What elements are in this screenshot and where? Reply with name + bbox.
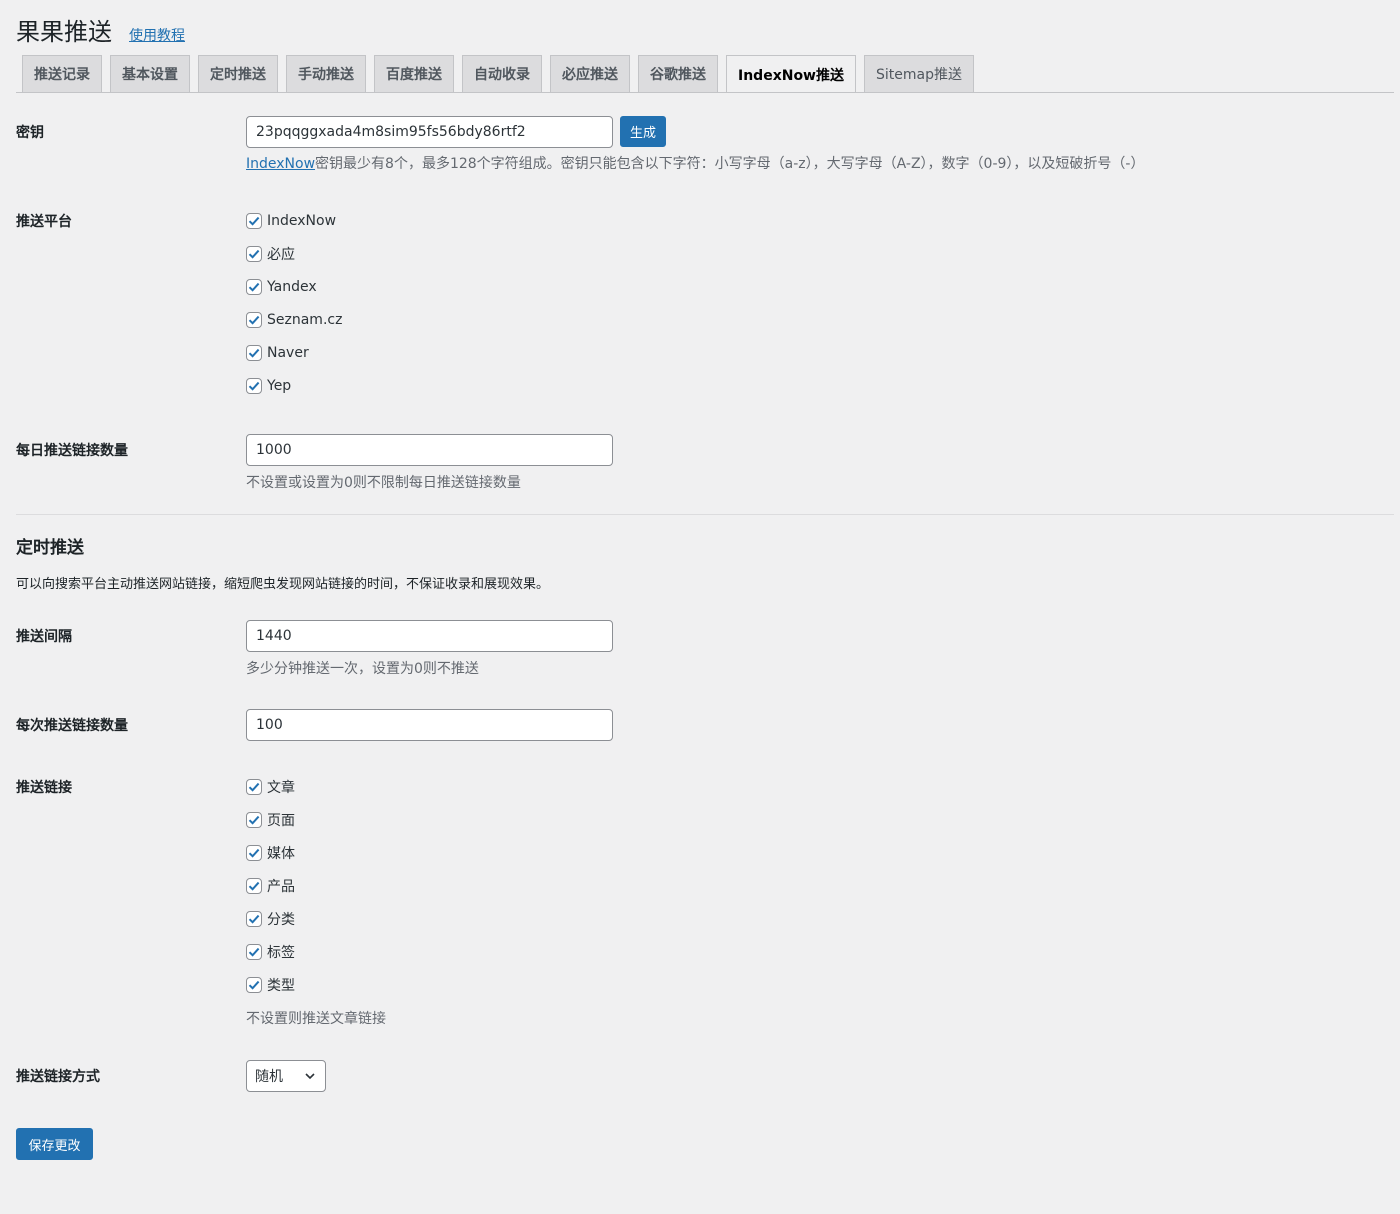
tutorial-link[interactable]: 使用教程 bbox=[129, 25, 185, 45]
tab-scheduled-push[interactable]: 定时推送 bbox=[198, 55, 278, 92]
per-push-label: 每次推送链接数量 bbox=[16, 718, 128, 734]
push-method-label: 推送链接方式 bbox=[16, 1069, 100, 1085]
platform-label: Yep bbox=[267, 377, 292, 394]
tab-manual-push[interactable]: 手动推送 bbox=[286, 55, 366, 92]
interval-input[interactable] bbox=[246, 620, 613, 652]
per-push-input[interactable] bbox=[246, 709, 613, 741]
chevron-down-icon bbox=[305, 1073, 315, 1080]
link-types-checklist: 文章 页面 媒体 产品 分类 标签 类型 bbox=[246, 770, 295, 1001]
key-label: 密钥 bbox=[16, 125, 44, 141]
check-icon bbox=[248, 815, 260, 825]
link-type-item[interactable]: 标签 bbox=[246, 935, 295, 968]
link-type-item[interactable]: 产品 bbox=[246, 869, 295, 902]
save-changes-button[interactable]: 保存更改 bbox=[16, 1128, 93, 1160]
checkbox-category[interactable] bbox=[246, 910, 262, 927]
tab-google-push[interactable]: 谷歌推送 bbox=[638, 55, 718, 92]
check-icon bbox=[248, 947, 260, 957]
platform-label: IndexNow bbox=[267, 212, 337, 229]
checkbox-bing[interactable] bbox=[246, 245, 262, 262]
checkbox-page[interactable] bbox=[246, 811, 262, 828]
check-icon bbox=[248, 782, 260, 792]
daily-limit-label: 每日推送链接数量 bbox=[16, 443, 128, 459]
daily-limit-description: 不设置或设置为0则不限制每日推送链接数量 bbox=[246, 475, 521, 491]
platform-item[interactable]: Seznam.cz bbox=[246, 303, 342, 336]
link-types-label: 推送链接 bbox=[16, 780, 72, 796]
key-field-wrap bbox=[246, 116, 613, 148]
check-icon bbox=[248, 381, 260, 391]
tab-bing-push[interactable]: 必应推送 bbox=[550, 55, 630, 92]
check-icon bbox=[248, 881, 260, 891]
push-method-select[interactable]: 随机 bbox=[246, 1060, 326, 1092]
checkbox-type[interactable] bbox=[246, 976, 262, 993]
platform-item[interactable]: 必应 bbox=[246, 237, 342, 270]
checkbox-yep[interactable] bbox=[246, 377, 262, 394]
checkbox-seznam[interactable] bbox=[246, 311, 262, 328]
platform-item[interactable]: Yep bbox=[246, 369, 342, 402]
link-type-label: 页面 bbox=[267, 812, 295, 829]
page-title: 果果推送 bbox=[16, 18, 112, 46]
per-push-field-wrap bbox=[246, 709, 613, 741]
link-type-label: 标签 bbox=[267, 944, 295, 961]
check-icon bbox=[248, 848, 260, 858]
daily-limit-field-wrap bbox=[246, 434, 613, 466]
key-input[interactable] bbox=[246, 116, 613, 148]
checkbox-yandex[interactable] bbox=[246, 278, 262, 295]
link-type-label: 媒体 bbox=[267, 845, 295, 862]
checkbox-post[interactable] bbox=[246, 778, 262, 795]
platform-label: Seznam.cz bbox=[267, 311, 343, 328]
check-icon bbox=[248, 315, 260, 325]
tab-push-records[interactable]: 推送记录 bbox=[22, 55, 102, 92]
platform-label: Yandex bbox=[267, 278, 317, 295]
check-icon bbox=[248, 216, 260, 226]
section-divider bbox=[16, 514, 1394, 515]
checkbox-product[interactable] bbox=[246, 877, 262, 894]
tab-basic-settings[interactable]: 基本设置 bbox=[110, 55, 190, 92]
link-type-item[interactable]: 类型 bbox=[246, 968, 295, 1001]
check-icon bbox=[248, 914, 260, 924]
link-type-item[interactable]: 文章 bbox=[246, 770, 295, 803]
key-description: IndexNow密钥最少有8个，最多128个字符组成。密钥只能包含以下字符：小写… bbox=[246, 153, 1144, 173]
page-header: 果果推送 使用教程 bbox=[16, 12, 185, 48]
generate-key-button[interactable]: 生成 bbox=[620, 116, 666, 147]
platform-item[interactable]: Naver bbox=[246, 336, 342, 369]
tab-bar: 推送记录 基本设置 定时推送 手动推送 百度推送 自动收录 必应推送 谷歌推送 … bbox=[22, 55, 974, 93]
key-description-text: 密钥最少有8个，最多128个字符组成。密钥只能包含以下字符：小写字母（a-z），… bbox=[315, 156, 1145, 172]
checkbox-tag[interactable] bbox=[246, 943, 262, 960]
link-type-item[interactable]: 页面 bbox=[246, 803, 295, 836]
platforms-checklist: IndexNow 必应 Yandex Seznam.cz Naver Yep bbox=[246, 204, 342, 402]
checkbox-media[interactable] bbox=[246, 844, 262, 861]
interval-label: 推送间隔 bbox=[16, 629, 72, 645]
link-type-label: 类型 bbox=[267, 977, 295, 994]
tab-baidu-push[interactable]: 百度推送 bbox=[374, 55, 454, 92]
platform-label: 必应 bbox=[267, 246, 295, 263]
platforms-label: 推送平台 bbox=[16, 214, 72, 230]
checkbox-naver[interactable] bbox=[246, 344, 262, 361]
checkbox-indexnow[interactable] bbox=[246, 212, 262, 229]
section-title-scheduled: 定时推送 bbox=[16, 538, 84, 558]
daily-limit-input[interactable] bbox=[246, 434, 613, 466]
indexnow-link[interactable]: IndexNow bbox=[246, 156, 315, 172]
check-icon bbox=[248, 249, 260, 259]
link-types-description: 不设置则推送文章链接 bbox=[246, 1011, 386, 1027]
check-icon bbox=[248, 980, 260, 990]
check-icon bbox=[248, 282, 260, 292]
link-type-label: 产品 bbox=[267, 878, 295, 895]
link-type-item[interactable]: 媒体 bbox=[246, 836, 295, 869]
tab-indexnow-push[interactable]: IndexNow推送 bbox=[726, 55, 856, 93]
push-method-selected: 随机 bbox=[255, 1069, 283, 1085]
interval-field-wrap bbox=[246, 620, 613, 652]
platform-item[interactable]: Yandex bbox=[246, 270, 342, 303]
link-type-item[interactable]: 分类 bbox=[246, 902, 295, 935]
tab-sitemap-push[interactable]: Sitemap推送 bbox=[864, 55, 974, 92]
section-description: 可以向搜索平台主动推送网站链接，缩短爬虫发现网站链接的时间，不保证收录和展现效果… bbox=[16, 577, 550, 592]
interval-description: 多少分钟推送一次，设置为0则不推送 bbox=[246, 661, 479, 677]
check-icon bbox=[248, 348, 260, 358]
platform-label: Naver bbox=[267, 344, 309, 361]
link-type-label: 分类 bbox=[267, 911, 295, 928]
platform-item[interactable]: IndexNow bbox=[246, 204, 342, 237]
tab-auto-index[interactable]: 自动收录 bbox=[462, 55, 542, 92]
link-type-label: 文章 bbox=[267, 779, 295, 796]
tabs-divider bbox=[16, 92, 1394, 93]
